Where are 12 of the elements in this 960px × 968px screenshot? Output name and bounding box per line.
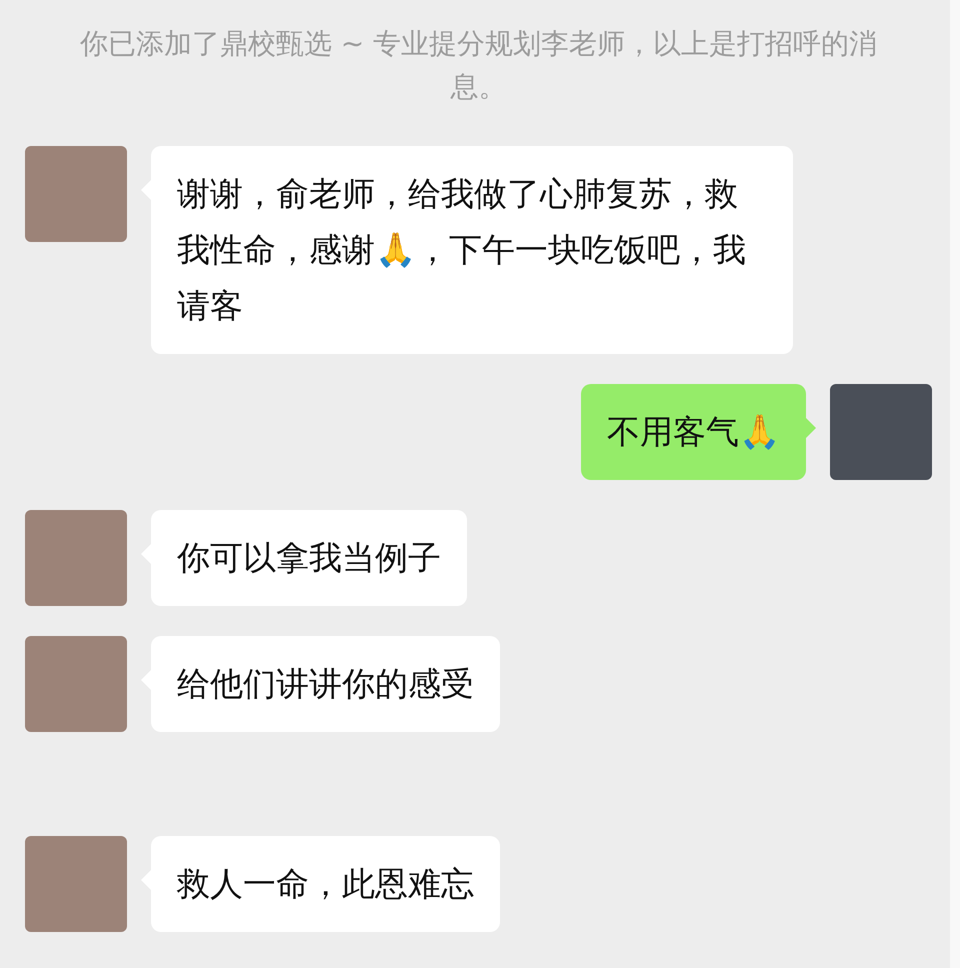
message-bubble: 你可以拿我当例子 bbox=[151, 510, 467, 606]
avatar-photo-placeholder[interactable] bbox=[830, 384, 932, 480]
bubble-tail bbox=[806, 418, 816, 438]
avatar-photo-placeholder[interactable] bbox=[25, 836, 127, 932]
avatar-photo-placeholder[interactable] bbox=[25, 636, 127, 732]
avatar-photo-placeholder[interactable] bbox=[25, 510, 127, 606]
message-bubble: 谢谢，俞老师，给我做了心肺复苏，救我性命，感谢🙏，下午一块吃饭吧，我请客 bbox=[151, 146, 793, 354]
message-bubble: 给他们讲讲你的感受 bbox=[151, 636, 500, 732]
avatar-photo-placeholder[interactable] bbox=[25, 146, 127, 242]
system-notice: 你已添加了鼎校甄选 ~ 专业提分规划李老师，以上是打招呼的消息。 bbox=[78, 26, 878, 105]
message-bubble: 不用客气🙏 bbox=[581, 384, 806, 480]
message-bubble: 救人一命，此恩难忘 bbox=[151, 836, 500, 932]
